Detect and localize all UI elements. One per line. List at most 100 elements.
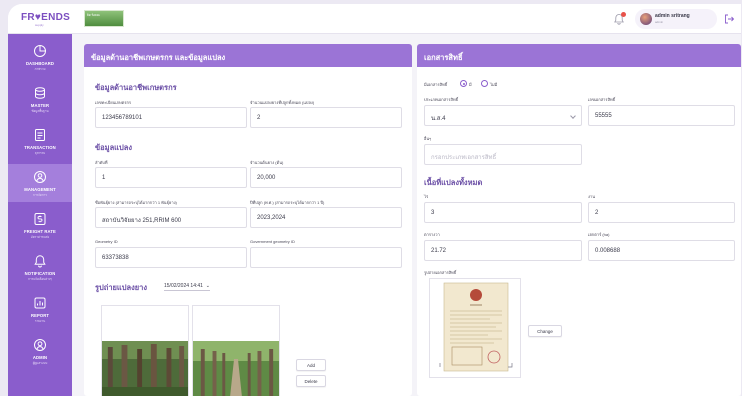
sidebar-item-label: TRANSACTION [24,145,56,150]
ngan-input[interactable]: 2 [588,202,735,223]
photo-section-title: รูปถ่ายแปลงยาง [95,283,148,292]
rubber-tree-photo-1 [102,341,188,396]
sidebar-item-label: MASTER [30,103,50,108]
doc-no-input[interactable]: 55555 [588,105,735,126]
gov-geometry-id-input[interactable] [250,247,402,268]
doc-type-label: ประเภทเอกสารสิทธิ์ [424,97,459,102]
sidebar-item-label: FREIGHT RATE [24,229,56,234]
management-icon [34,171,46,183]
plot-count-label: จำนวนแปลงยางที่ปลูกทั้งหมด (แปลง) [250,100,315,105]
rai-input[interactable]: 3 [424,202,582,223]
order-input[interactable]: 1 [95,167,247,188]
sidebar-item-sublabel: การแจ้งเตือนต่างๆ [28,277,52,281]
top-bar: FR♥ENDS supply ยิด ร้อยยะ admin sritrang… [8,4,741,34]
ha-input[interactable]: 0.008688 [588,240,735,261]
ngan-label: งาน [588,194,595,199]
sidebar-item-sublabel: ภาพรวม [34,67,46,71]
variety-label: ชื่อพันธุ์ยาง (สามารถระบุได้มากกว่า 1 พั… [95,200,177,205]
sidebar-item-master[interactable]: MASTER ข้อมูลพื้นฐาน [8,80,72,118]
has-doc-yes-radio[interactable] [460,80,467,87]
add-photo-button[interactable]: Add [296,359,326,371]
chevron-down-icon: ⌄ [204,283,210,289]
farmer-plot-panel: ข้อมูลด้านอาชีพเกษตรกร และข้อมูลแปลง ข้อ… [84,44,412,396]
wa-input[interactable]: 21.72 [424,240,582,261]
gov-geometry-id-label: Government geometry ID [250,239,295,244]
banner-thumbnail-text: ยิด ร้อยยะ [87,13,101,17]
sidebar-item-label: NOTIFICATION [24,271,56,276]
sidebar-item-report[interactable]: REPORT รายงาน [8,290,72,328]
wa-label: ตารางวา [424,232,440,237]
has-doc-label: มีเอกสารสิทธิ์ [424,82,448,87]
app-frame: FR♥ENDS supply ยิด ร้อยยะ admin sritrang… [8,4,741,396]
farmer-section-title: ข้อมูลด้านอาชีพเกษตรกร [95,83,177,92]
title-deed-image[interactable] [429,278,521,378]
geometry-id-input[interactable]: 63373838 [95,247,247,268]
sidebar-item-label: REPORT [30,313,50,318]
panel-title: เอกสารสิทธิ์ [417,44,741,67]
other-doc-label: อื่นๆ [424,136,432,141]
notification-badge [621,12,626,17]
order-label: ลำดับที่ [95,160,108,165]
logout-icon[interactable] [723,13,735,25]
sidebar-item-sublabel: รายงาน [34,319,46,323]
transaction-icon [35,129,45,141]
plot-count-input[interactable]: 2 [250,107,402,128]
sidebar-item-label: DASHBOARD [25,61,55,66]
plot-photo-1[interactable] [101,305,189,396]
sidebar-item-management[interactable]: MANAGEMENT การจัดการ [8,164,72,202]
report-icon [34,297,46,309]
notification-icon [34,255,46,268]
rai-label: ไร่ [424,194,429,199]
sidebar-item-transaction[interactable]: TRANSACTION ธุรกรรม [8,122,72,160]
area-section-title: เนื้อที่แปลงทั้งหมด [424,178,483,187]
delete-photo-button[interactable]: Delete [296,375,326,387]
sidebar-item-sublabel: อัตราค่าขนส่ง [30,235,50,239]
has-doc-no-radio[interactable] [481,80,488,87]
tree-count-input[interactable]: 20,000 [250,167,402,188]
photo-date-select[interactable]: 15/02/2024 14:41 ⌄ [164,283,210,291]
plot-photo-2[interactable] [192,305,280,396]
sidebar-item-sublabel: ธุรกรรม [34,151,46,155]
farmer-reg-input[interactable]: 123456789101 [95,107,247,128]
doc-image-label: รูปถ่ายเอกสารสิทธิ์ [424,270,457,275]
sidebar-item-dashboard[interactable]: DASHBOARD ภาพรวม [8,38,72,76]
user-role: admin [655,20,664,24]
user-menu[interactable]: admin sritrang admin [635,9,717,29]
has-doc-no-label: ไม่มี [490,82,498,87]
sidebar-item-admin[interactable]: ADMIN ผู้ดูแลระบบ [8,332,72,370]
tree-count-label: จำนวนต้นยาง (ต้น) [250,160,284,165]
year-input[interactable]: 2023,2024 [250,207,402,228]
year-label: ปีที่ปลูก (พ.ศ.) (สามารถระบุได้มากกว่า 1… [250,200,325,205]
admin-icon [34,339,46,351]
sidebar-item-label: MANAGEMENT [24,187,56,192]
sidebar-item-freight-rate[interactable]: FREIGHT RATE อัตราค่าขนส่ง [8,206,72,244]
ha-label: เฮกตาร์ (ha) [588,232,610,237]
farmer-reg-label: เลขทะเบียนเกษตรกร [95,100,132,105]
dashboard-icon [34,45,46,57]
change-image-button[interactable]: Change [528,325,562,337]
other-doc-input[interactable]: กรอกประเภทเอกสารสิทธิ์ [424,144,582,165]
sidebar-item-sublabel: ข้อมูลพื้นฐาน [31,109,49,113]
avatar [640,13,652,25]
sidebar-item-notification[interactable]: NOTIFICATION การแจ้งเตือนต่างๆ [8,248,72,286]
panel-title: ข้อมูลด้านอาชีพเกษตรกร และข้อมูลแปลง [84,44,412,67]
app-logo[interactable]: FR♥ENDS [21,12,70,23]
freight-icon [34,213,46,225]
doc-type-select[interactable]: น.ส.4 [424,105,582,126]
variety-input[interactable]: สถาบันวิจัยยาง 251,RRIM 600 [95,207,247,228]
app-logo-subtitle: supply [35,23,44,27]
geometry-id-label: Geometry ID [95,239,118,244]
sidebar-item-sublabel: ผู้ดูแลระบบ [32,361,48,365]
has-doc-yes-label: มี [469,82,472,87]
sidebar-item-label: ADMIN [32,355,48,360]
banner-thumbnail: ยิด ร้อยยะ [84,10,124,27]
chevron-down-icon [570,113,576,119]
photo-date-value: 15/02/2024 14:41 [164,283,203,289]
doc-no-label: เลขเอกสารสิทธิ์ [588,97,616,102]
title-deed-document-image [439,282,513,372]
master-icon [35,87,45,99]
notification-bell-icon[interactable] [613,12,626,25]
user-name: admin sritrang [655,13,690,19]
sidebar: DASHBOARD ภาพรวม MASTER ข้อมูลพื้นฐาน TR… [8,34,72,396]
doc-type-value: น.ส.4 [431,116,446,122]
